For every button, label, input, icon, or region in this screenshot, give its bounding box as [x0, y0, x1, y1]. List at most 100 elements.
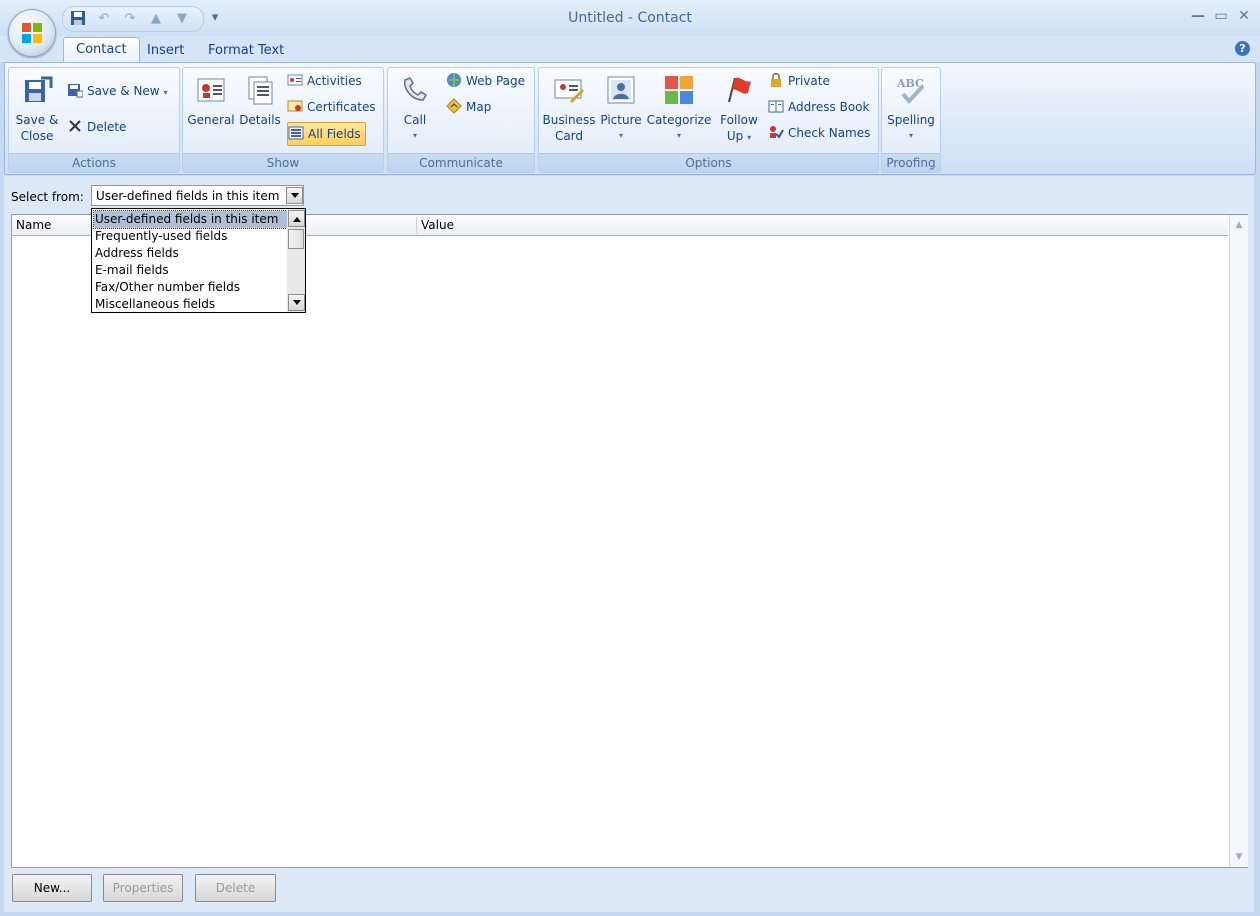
group-actions: Save & Close Save & New ▾ Delete Actions: [8, 67, 180, 173]
details-icon: [248, 76, 273, 105]
dropdown-option[interactable]: Frequently-used fields: [94, 228, 289, 245]
column-name[interactable]: Name: [16, 218, 51, 232]
minimize-button[interactable]: —: [1187, 6, 1209, 26]
spelling-button[interactable]: ABC Spelling ▾: [884, 74, 938, 144]
check-names-button[interactable]: Check Names: [768, 122, 870, 144]
group-label-show: Show: [183, 153, 383, 172]
picture-label: Picture: [600, 113, 642, 127]
save-close-button[interactable]: Save & Close: [13, 74, 61, 144]
tab-format-text[interactable]: Format Text: [196, 39, 296, 62]
picture-icon: [607, 76, 635, 104]
app-title: Contact: [637, 10, 692, 26]
address-book-icon: [768, 100, 784, 113]
web-page-label: Web Page: [466, 74, 526, 88]
categorize-label: Categorize: [646, 113, 712, 127]
properties-button[interactable]: Properties: [103, 874, 183, 902]
scroll-down-icon[interactable]: ▼: [1230, 849, 1248, 865]
all-fields-button[interactable]: All Fields: [287, 122, 366, 146]
dropdown-option[interactable]: Miscellaneous fields: [94, 296, 289, 313]
dropdown-option[interactable]: Address fields: [94, 245, 289, 262]
details-button[interactable]: Details: [238, 74, 282, 128]
categorize-button[interactable]: Categorize ▾: [645, 74, 713, 144]
spelling-label: Spelling: [887, 113, 935, 127]
group-label-actions: Actions: [9, 153, 179, 172]
web-page-button[interactable]: Web Page: [446, 70, 525, 92]
save-new-icon: [68, 84, 83, 98]
title-separator: -: [623, 10, 638, 26]
private-button[interactable]: Private: [768, 70, 830, 92]
categorize-dropdown-icon: ▾: [676, 131, 681, 140]
scroll-up-icon[interactable]: ▲: [1230, 217, 1248, 233]
delete-label: Delete: [87, 120, 127, 134]
delete-field-button[interactable]: Delete: [195, 874, 276, 902]
tab-insert[interactable]: Insert: [135, 39, 196, 62]
window-title: Untitled - Contact: [0, 10, 1260, 26]
dropdown-scroll-thumb[interactable]: [288, 229, 304, 249]
dropdown-option[interactable]: User-defined fields in this item: [93, 210, 290, 229]
select-dropdown-button[interactable]: [286, 187, 303, 204]
group-label-proofing: Proofing: [882, 153, 940, 172]
delete-button[interactable]: Delete: [67, 116, 126, 138]
dropdown-scrollbar[interactable]: [287, 209, 305, 312]
certificates-button[interactable]: Certificates: [287, 96, 376, 118]
save-close-label-2: Close: [20, 129, 54, 143]
group-label-communicate: Communicate: [388, 153, 534, 172]
general-button[interactable]: General: [187, 74, 235, 128]
follow-up-button[interactable]: Follow Up ▾: [715, 74, 763, 146]
details-label: Details: [239, 113, 281, 127]
group-proofing: ABC Spelling ▾ Proofing: [881, 67, 941, 173]
activities-label: Activities: [307, 74, 362, 88]
select-from-combobox[interactable]: User-defined fields in this item: [91, 185, 304, 206]
spelling-icon: ABC: [896, 77, 925, 104]
column-divider[interactable]: [416, 217, 417, 233]
map-icon: [446, 98, 462, 114]
map-button[interactable]: Map: [446, 96, 491, 118]
call-button[interactable]: Call ▾: [392, 74, 438, 144]
business-card-label-2: Card: [554, 129, 584, 143]
dropdown-scroll-up-icon[interactable]: [288, 210, 305, 227]
follow-up-dropdown-icon: ▾: [747, 133, 752, 142]
office-logo-icon: [22, 23, 42, 43]
private-label: Private: [788, 74, 830, 88]
chevron-down-icon: [290, 193, 299, 198]
activities-icon: [287, 74, 303, 86]
group-show: General Details Activities Certificates …: [182, 67, 384, 173]
select-from-value: User-defined fields in this item: [96, 189, 280, 203]
address-book-button[interactable]: Address Book: [768, 96, 869, 118]
group-label-options: Options: [539, 153, 878, 172]
save-close-label: Save &: [15, 113, 59, 127]
select-from-label: Select from:: [11, 190, 84, 204]
spelling-dropdown-icon: ▾: [908, 131, 913, 140]
certificates-label: Certificates: [307, 100, 376, 114]
column-value[interactable]: Value: [421, 218, 454, 232]
save-new-label: Save & New: [87, 84, 160, 98]
address-book-label: Address Book: [788, 100, 870, 114]
save-new-button[interactable]: Save & New ▾: [67, 80, 167, 102]
web-page-icon: [447, 73, 461, 87]
dropdown-option[interactable]: Fax/Other number fields: [94, 279, 289, 296]
maximize-button[interactable]: ▭: [1210, 6, 1232, 26]
select-from-dropdown-list[interactable]: User-defined fields in this item Frequen…: [91, 208, 306, 313]
save-close-icon: [25, 76, 53, 102]
list-scrollbar[interactable]: ▲ ▼: [1229, 215, 1248, 867]
picture-dropdown-icon: ▾: [618, 131, 623, 140]
call-dropdown-icon: ▾: [412, 131, 417, 140]
close-button[interactable]: ✕: [1233, 6, 1255, 26]
follow-up-label: Follow: [720, 113, 758, 127]
all-fields-icon: [288, 126, 304, 140]
save-new-dropdown-icon: ▾: [163, 88, 168, 97]
all-fields-label: All Fields: [308, 127, 361, 141]
general-label: General: [187, 113, 235, 127]
phone-icon: [403, 77, 428, 101]
picture-button[interactable]: Picture ▾: [599, 74, 643, 144]
office-button[interactable]: [8, 9, 56, 57]
check-names-icon: [770, 126, 784, 139]
flag-icon: [728, 77, 751, 103]
business-card-button[interactable]: Business Card: [541, 74, 597, 144]
activities-button[interactable]: Activities: [287, 70, 362, 92]
dropdown-option[interactable]: E-mail fields: [94, 262, 289, 279]
dropdown-scroll-down-icon[interactable]: [288, 294, 305, 311]
help-icon[interactable]: ?: [1235, 41, 1250, 56]
tab-contact[interactable]: Contact: [63, 37, 140, 63]
new-button[interactable]: New...: [12, 874, 92, 902]
